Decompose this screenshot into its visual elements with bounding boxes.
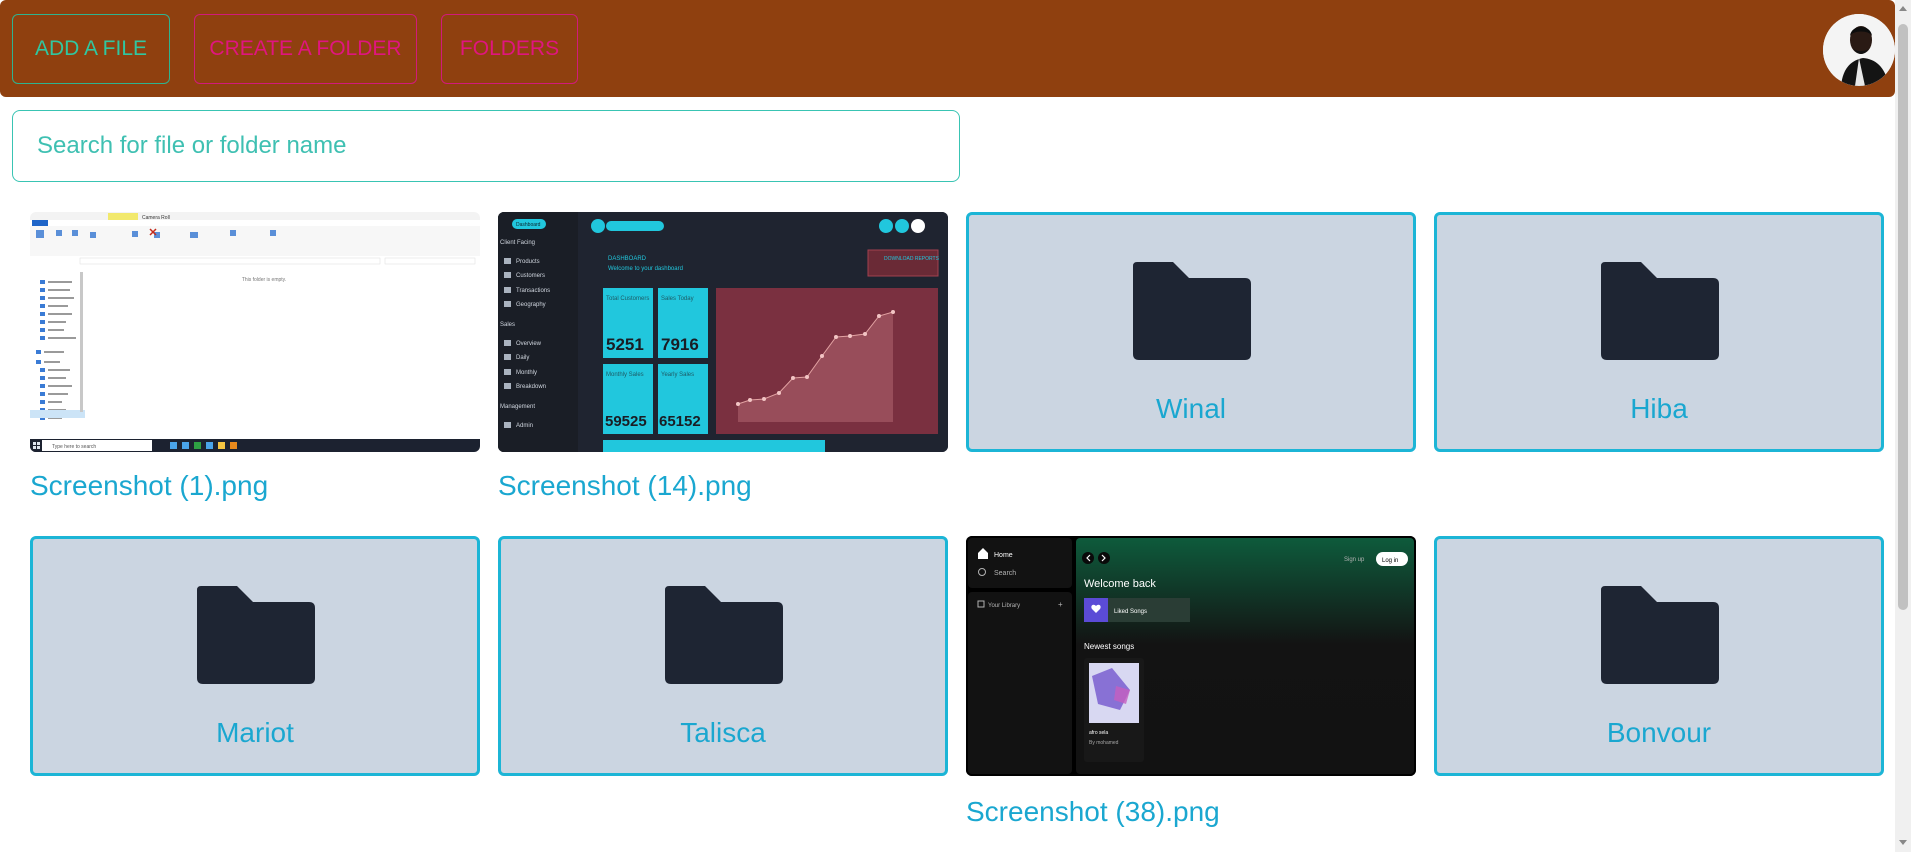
folder-card-mariot[interactable]: Mariot bbox=[30, 536, 480, 776]
folder-icon bbox=[1601, 586, 1719, 684]
svg-text:Management: Management bbox=[500, 404, 535, 410]
svg-text:Total Customers: Total Customers bbox=[606, 296, 649, 302]
svg-text:Transactions: Transactions bbox=[516, 288, 550, 294]
svg-text:DOWNLOAD REPORTS: DOWNLOAD REPORTS bbox=[884, 256, 940, 262]
svg-text:Yearly Sales: Yearly Sales bbox=[661, 372, 694, 378]
svg-text:Overview: Overview bbox=[516, 341, 542, 347]
create-folder-button[interactable]: CREATE A FOLDER bbox=[194, 14, 417, 84]
avatar[interactable] bbox=[1823, 14, 1895, 86]
svg-text:Type here to search: Type here to search bbox=[52, 444, 96, 450]
svg-text:59525: 59525 bbox=[605, 413, 647, 430]
svg-text:Newest songs: Newest songs bbox=[1084, 642, 1134, 651]
svg-text:7916: 7916 bbox=[661, 335, 699, 354]
folder-label: Winal bbox=[1155, 393, 1226, 424]
folder-card-winal[interactable]: Winal bbox=[966, 212, 1416, 452]
file-name-screenshot-14[interactable]: Screenshot (14).png bbox=[498, 470, 752, 502]
svg-text:Your Library: Your Library bbox=[988, 603, 1020, 609]
svg-text:Products: Products bbox=[516, 259, 540, 265]
svg-text:Admin: Admin bbox=[516, 423, 533, 429]
folder-label: Bonvour bbox=[1606, 717, 1712, 748]
top-bar: ADD A FILE CREATE A FOLDER FOLDERS bbox=[0, 0, 1895, 97]
svg-text:Daily: Daily bbox=[516, 355, 529, 361]
scroll-up-icon[interactable] bbox=[1899, 6, 1907, 11]
file-name-screenshot-38[interactable]: Screenshot (38).png bbox=[966, 796, 1220, 828]
svg-text:Sales Today: Sales Today bbox=[661, 296, 694, 302]
search-input[interactable] bbox=[12, 110, 960, 182]
file-explorer-thumbnail: Camera Roll This folder is empty. Type h… bbox=[30, 212, 480, 452]
music-app-thumbnail: Home Search Your Library + Sign up Log i… bbox=[966, 536, 1416, 776]
svg-text:65152: 65152 bbox=[659, 413, 701, 430]
svg-text:This folder is empty.: This folder is empty. bbox=[242, 277, 286, 283]
svg-text:Home: Home bbox=[994, 552, 1013, 559]
folder-icon bbox=[197, 586, 315, 684]
svg-text:Liked Songs: Liked Songs bbox=[1114, 609, 1147, 615]
file-thumbnail-screenshot-14[interactable]: Dashboard Client Facing Products Custome… bbox=[498, 212, 948, 452]
svg-text:Welcome back: Welcome back bbox=[1084, 578, 1156, 590]
svg-text:5251: 5251 bbox=[606, 335, 644, 354]
svg-text:Monthly: Monthly bbox=[516, 370, 537, 376]
folder-label: Talisca bbox=[680, 717, 766, 748]
svg-text:Client Facing: Client Facing bbox=[500, 240, 535, 246]
svg-text:Monthly Sales: Monthly Sales bbox=[606, 372, 644, 378]
svg-text:Dashboard: Dashboard bbox=[516, 222, 541, 228]
dashboard-thumbnail: Dashboard Client Facing Products Custome… bbox=[498, 212, 948, 452]
folder-label: Mariot bbox=[216, 717, 294, 748]
folder-label: Hiba bbox=[1630, 393, 1688, 424]
svg-text:+: + bbox=[1058, 600, 1063, 609]
folder-card-talisca[interactable]: Talisca bbox=[498, 536, 948, 776]
svg-text:Welcome to your dashboard: Welcome to your dashboard bbox=[608, 266, 683, 272]
folder-icon bbox=[1601, 262, 1719, 360]
folder-card-bonvour[interactable]: Bonvour bbox=[1434, 536, 1884, 776]
svg-text:Geography: Geography bbox=[516, 302, 546, 308]
svg-text:Breakdown: Breakdown bbox=[516, 384, 546, 390]
svg-text:DASHBOARD: DASHBOARD bbox=[608, 256, 647, 262]
file-name-screenshot-1[interactable]: Screenshot (1).png bbox=[30, 470, 268, 502]
svg-text:afro sela: afro sela bbox=[1089, 730, 1108, 736]
folder-icon bbox=[1133, 262, 1251, 360]
svg-text:Customers: Customers bbox=[516, 273, 545, 279]
scroll-down-icon[interactable] bbox=[1899, 840, 1907, 845]
user-photo bbox=[1823, 14, 1895, 86]
add-file-button[interactable]: ADD A FILE bbox=[12, 14, 170, 84]
svg-text:Log in: Log in bbox=[1382, 558, 1398, 564]
folder-card-hiba[interactable]: Hiba bbox=[1434, 212, 1884, 452]
file-thumbnail-screenshot-38[interactable]: Home Search Your Library + Sign up Log i… bbox=[966, 536, 1416, 776]
file-thumbnail-screenshot-1[interactable]: Camera Roll This folder is empty. Type h… bbox=[30, 212, 480, 452]
svg-text:Search: Search bbox=[994, 570, 1016, 577]
svg-text:Sign up: Sign up bbox=[1344, 557, 1365, 563]
svg-text:Sales: Sales bbox=[500, 322, 515, 328]
scrollbar-thumb[interactable] bbox=[1898, 24, 1908, 610]
folders-button[interactable]: FOLDERS bbox=[441, 14, 578, 84]
svg-text:By mohamed: By mohamed bbox=[1089, 740, 1119, 746]
folder-icon bbox=[665, 586, 783, 684]
